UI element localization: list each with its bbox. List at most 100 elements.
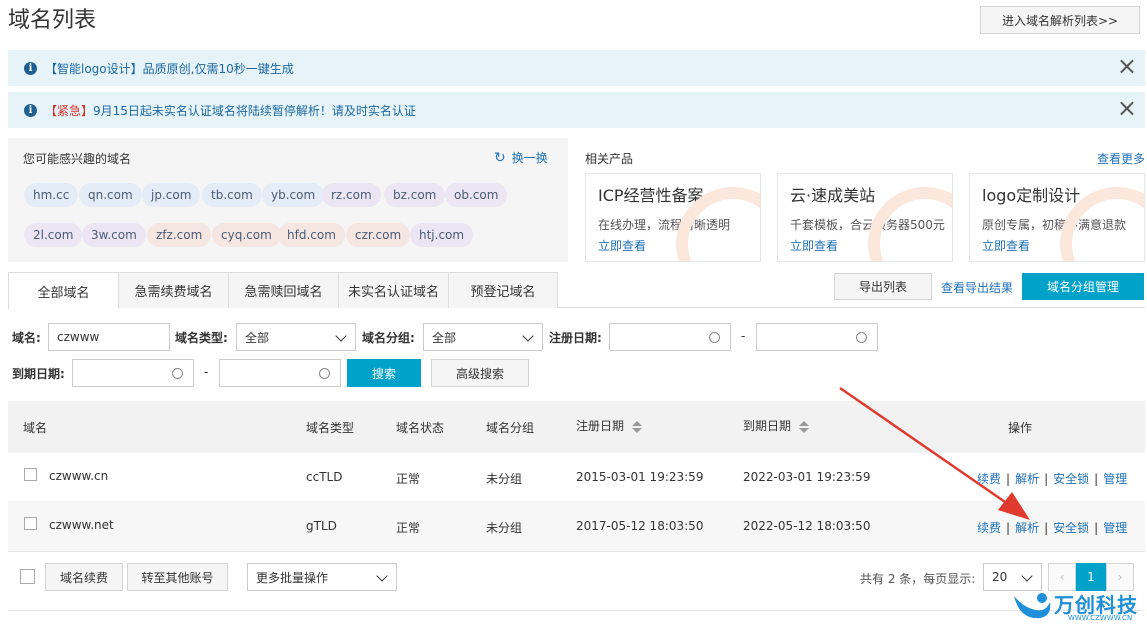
- date-dash: -: [741, 329, 746, 343]
- col-exp-date[interactable]: 到期日期: [743, 417, 809, 434]
- col-status: 域名状态: [396, 421, 445, 435]
- advanced-search-button[interactable]: 高级搜索: [431, 359, 529, 387]
- domain-chip[interactable]: qn.com: [79, 183, 142, 207]
- tab-redeem-urgent[interactable]: 急需赎回域名: [228, 272, 339, 308]
- domain-chip[interactable]: cyq.com: [212, 223, 281, 247]
- clock-icon: [856, 332, 867, 343]
- info-icon: i: [24, 103, 37, 117]
- domain-status: 正常: [396, 472, 421, 486]
- reg-date: 2015-03-01 19:23:59: [576, 470, 704, 484]
- refresh-label: 换一换: [511, 151, 548, 165]
- clock-icon: [172, 368, 183, 379]
- col-domain: 域名: [23, 421, 48, 435]
- col-reg-date-label: 注册日期: [576, 419, 625, 433]
- row-checkbox[interactable]: [24, 468, 37, 481]
- sort-icon[interactable]: [631, 420, 642, 433]
- tab-renew-urgent[interactable]: 急需续费域名: [118, 272, 229, 308]
- suggest-panel: 您可能感兴趣的域名 ↻ 换一换 hm.cc qn.com jp.com tb.c…: [8, 138, 568, 262]
- col-group: 域名分组: [486, 421, 535, 435]
- domain-chip[interactable]: yb.com: [262, 183, 325, 207]
- refresh-icon: ↻: [494, 149, 506, 166]
- domain-chip[interactable]: bz.com: [384, 183, 446, 207]
- domain-chip[interactable]: tb.com: [202, 183, 262, 207]
- domain-chip[interactable]: jp.com: [142, 183, 201, 207]
- domain-group: 未分组: [486, 521, 523, 535]
- col-reg-date[interactable]: 注册日期: [576, 417, 642, 434]
- domain-link[interactable]: czwww.net: [49, 518, 114, 532]
- suggest-title: 您可能感兴趣的域名: [23, 152, 132, 166]
- products-title: 相关产品: [585, 152, 634, 166]
- exp-date-label: 到期日期:: [12, 367, 65, 381]
- domain-chip[interactable]: hfd.com: [278, 223, 345, 247]
- reg-date-start-input[interactable]: [609, 323, 731, 351]
- domain-link[interactable]: czwww.cn: [49, 469, 108, 483]
- search-button[interactable]: 搜索: [347, 359, 421, 387]
- col-exp-date-label: 到期日期: [743, 419, 792, 433]
- chevron-right-icon: ›: [1117, 570, 1123, 584]
- security-lock-link[interactable]: 安全锁: [1053, 521, 1089, 535]
- security-lock-link[interactable]: 安全锁: [1053, 472, 1089, 486]
- batch-ops-select[interactable]: 更多批量操作: [247, 563, 397, 591]
- domain-status: 正常: [396, 521, 421, 535]
- notice-urgent: i 【紧急】 9月15日起未实名认证域名将陆续暂停解析！请及时实名认证 ×: [8, 92, 1145, 128]
- close-icon[interactable]: ×: [1117, 54, 1137, 78]
- clock-icon: [709, 332, 720, 343]
- domain-type: ccTLD: [306, 470, 343, 484]
- tab-preregistered[interactable]: 预登记域名: [448, 272, 558, 308]
- domain-chip[interactable]: rz.com: [322, 183, 381, 207]
- close-icon[interactable]: ×: [1117, 96, 1137, 120]
- date-dash: -: [204, 365, 209, 379]
- domain-type: gTLD: [306, 519, 337, 533]
- batch-renew-button[interactable]: 域名续费: [45, 563, 123, 591]
- group-select[interactable]: 全部: [423, 323, 543, 351]
- domain-filter-label: 域名:: [12, 331, 41, 345]
- total-count: 共有 2 条，每页显示:: [860, 572, 976, 586]
- tab-all-domains[interactable]: 全部域名: [8, 272, 119, 309]
- dns-list-button[interactable]: 进入域名解析列表>>: [980, 6, 1140, 34]
- domain-chip[interactable]: czr.com: [346, 223, 411, 247]
- brand-watermark: 万创科技 WWW.CZWWW.CN: [1008, 586, 1147, 626]
- notice-tag[interactable]: 【紧急】: [45, 102, 93, 119]
- group-manage-button[interactable]: 域名分组管理: [1022, 273, 1144, 300]
- reg-date: 2017-05-12 18:03:50: [576, 519, 704, 533]
- notice-tag[interactable]: 【智能logo设计】: [45, 60, 143, 77]
- sort-icon[interactable]: [798, 420, 809, 433]
- notice-text[interactable]: 9月15日起未实名认证域名将陆续暂停解析！请及时实名认证: [93, 102, 416, 119]
- type-select[interactable]: 全部: [236, 323, 356, 351]
- row-checkbox[interactable]: [24, 517, 37, 530]
- view-more-link[interactable]: 查看更多: [1097, 150, 1145, 167]
- col-type: 域名类型: [306, 421, 355, 435]
- clock-icon: [319, 368, 330, 379]
- tab-unverified[interactable]: 未实名认证域名: [338, 272, 449, 308]
- exp-date-start-input[interactable]: [72, 359, 194, 387]
- chevron-left-icon: ‹: [1059, 570, 1065, 584]
- domain-chip[interactable]: 3w.com: [82, 223, 146, 247]
- group-filter-label: 域名分组:: [362, 331, 415, 345]
- info-icon: i: [24, 61, 37, 75]
- manage-link[interactable]: 管理: [1103, 472, 1127, 486]
- domain-search-input[interactable]: czwww: [48, 323, 170, 351]
- view-export-link[interactable]: 查看导出结果: [941, 279, 1013, 296]
- refresh-button[interactable]: ↻ 换一换: [494, 149, 548, 166]
- export-button[interactable]: 导出列表: [834, 273, 932, 300]
- manage-link[interactable]: 管理: [1103, 521, 1127, 535]
- product-card[interactable]: logo定制设计 原创专属，初稿不满意退款 立即查看: [969, 173, 1145, 262]
- reg-date-label: 注册日期:: [549, 331, 602, 345]
- exp-date-end-input[interactable]: [219, 359, 341, 387]
- product-card[interactable]: ICP经营性备案 在线办理，流程清晰透明 立即查看: [585, 173, 761, 262]
- page-title: 域名列表: [8, 8, 97, 33]
- notice-text[interactable]: 品质原创,仅需10秒一键生成: [143, 60, 294, 77]
- reg-date-end-input[interactable]: [756, 323, 878, 351]
- select-all-checkbox[interactable]: [20, 569, 35, 584]
- domain-chip[interactable]: ob.com: [445, 183, 508, 207]
- annotation-arrow: [839, 386, 1030, 520]
- domain-chip[interactable]: htj.com: [410, 223, 474, 247]
- transfer-button[interactable]: 转至其他账号: [127, 563, 228, 591]
- product-card[interactable]: 云·速成美站 千套模板，合云服务器500元 立即查看: [777, 173, 953, 262]
- domain-chip[interactable]: 2l.com: [24, 223, 83, 247]
- notice-logo: i 【智能logo设计】 品质原创,仅需10秒一键生成 ×: [8, 50, 1145, 86]
- domain-chip[interactable]: zfz.com: [147, 223, 212, 247]
- domain-group: 未分组: [486, 472, 523, 486]
- type-filter-label: 域名类型:: [175, 331, 228, 345]
- domain-chip[interactable]: hm.cc: [24, 183, 79, 207]
